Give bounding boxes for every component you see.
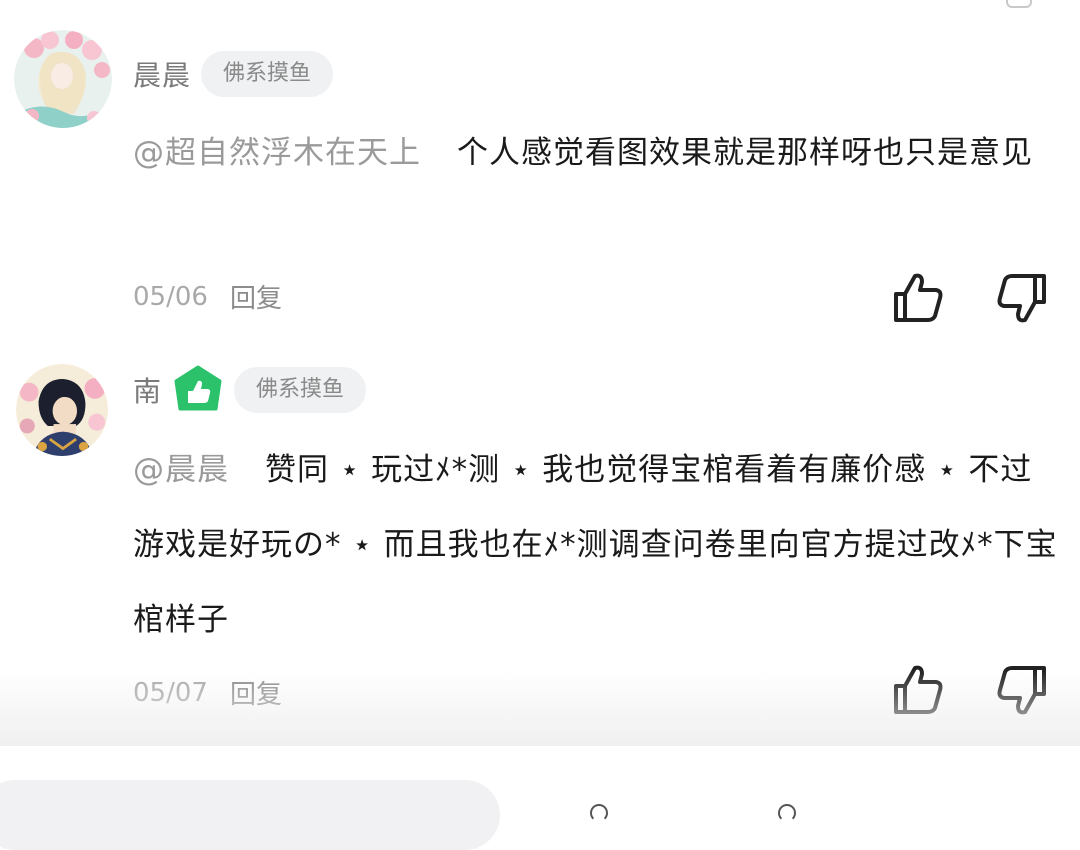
reply-button[interactable]: 回复 [230, 278, 282, 315]
mention-link[interactable]: @晨晨 [133, 452, 229, 488]
thumbs-up-icon [894, 273, 943, 322]
comment-item: 南 佛系摸鱼 @晨晨 赞同 ⋆ 玩过ﾒ*测 ⋆ 我也觉得宝棺看着有廉价感 ⋆ 不过… [0, 358, 1080, 738]
like-button[interactable] [888, 660, 948, 720]
thumbs-down-icon [997, 274, 1046, 323]
comment-date: 05/06 [133, 281, 208, 312]
dislike-button[interactable] [994, 660, 1054, 720]
user-badge: 佛系摸鱼 [234, 367, 367, 413]
username[interactable]: 晨晨 [133, 54, 191, 94]
comment-footer: 05/06 回复 [133, 278, 282, 315]
top-partial-icon [1006, 0, 1032, 8]
avatar[interactable] [14, 30, 112, 128]
comment-text: @超自然浮木在天上 个人感觉看图效果就是那样呀也只是意见 [133, 116, 1058, 191]
comment-meta: 南 佛系摸鱼 [133, 362, 367, 418]
comment-input[interactable] [0, 780, 500, 850]
like-button[interactable] [888, 268, 948, 328]
comment-footer: 05/07 回复 [133, 674, 282, 711]
level-badge-icon [174, 365, 222, 411]
comment-item: 晨晨 佛系摸鱼 @超自然浮木在天上 个人感觉看图效果就是那样呀也只是意见 05/0… [0, 30, 1080, 330]
toolbar-icon[interactable] [778, 804, 796, 822]
thumbs-down-icon [997, 666, 1046, 715]
comment-content: 个人感觉看图效果就是那样呀也只是意见 [457, 135, 1033, 171]
avatar[interactable] [16, 364, 108, 456]
avatar-image [16, 364, 108, 456]
mention-link[interactable]: @超自然浮木在天上 [133, 135, 421, 171]
username[interactable]: 南 [133, 370, 162, 410]
user-badge: 佛系摸鱼 [201, 51, 334, 97]
avatar-image [14, 30, 112, 128]
dislike-button[interactable] [994, 268, 1054, 328]
comment-text: @晨晨 赞同 ⋆ 玩过ﾒ*测 ⋆ 我也觉得宝棺看着有廉价感 ⋆ 不过游戏是好玩の*… [133, 433, 1058, 658]
comment-content: 赞同 ⋆ 玩过ﾒ*测 ⋆ 我也觉得宝棺看着有廉价感 ⋆ 不过游戏是好玩の* ⋆ … [133, 452, 1058, 638]
comment-meta: 晨晨 佛系摸鱼 [133, 46, 334, 102]
thumbs-up-icon [894, 665, 943, 714]
toolbar-icon[interactable] [590, 804, 608, 822]
comment-date: 05/07 [133, 677, 208, 708]
bottom-toolbar [0, 746, 1080, 850]
reply-button[interactable]: 回复 [230, 674, 282, 711]
